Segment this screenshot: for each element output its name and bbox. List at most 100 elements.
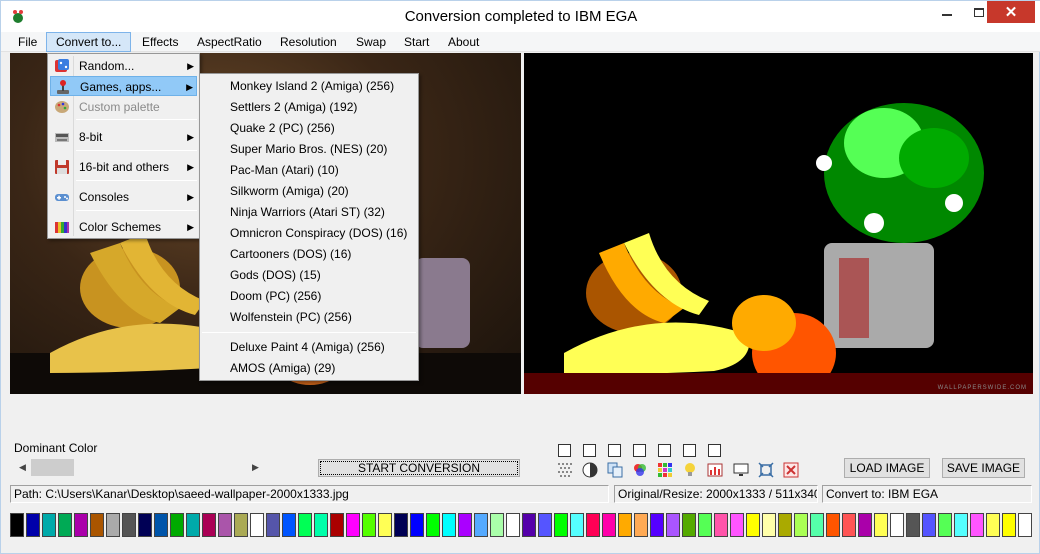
palette-swatch[interactable] [858,513,872,537]
palette-swatch[interactable] [842,513,856,537]
menu-item-random[interactable]: Random... ▶ [50,56,197,76]
palette-swatch[interactable] [458,513,472,537]
chart-icon[interactable] [707,462,723,478]
scroll-thumb[interactable] [31,459,74,476]
save-image-button[interactable]: SAVE IMAGE [942,458,1025,478]
palette-swatch[interactable] [522,513,536,537]
palette-swatch[interactable] [234,513,248,537]
palette-swatch[interactable] [346,513,360,537]
copy-icon[interactable] [607,462,623,478]
menu-swap[interactable]: Swap [354,34,388,51]
palette-swatch[interactable] [426,513,440,537]
option-checkbox[interactable] [633,444,646,457]
palette-swatch[interactable] [250,513,264,537]
submenu-item[interactable]: Gods (DOS) (15) [202,265,416,285]
option-checkbox[interactable] [708,444,721,457]
option-checkbox[interactable] [558,444,571,457]
submenu-item[interactable]: Monkey Island 2 (Amiga) (256) [202,76,416,96]
palette-swatch[interactable] [666,513,680,537]
palette-swatch[interactable] [266,513,280,537]
menu-convert-to[interactable]: Convert to... [46,32,132,52]
menu-item-games-apps[interactable]: Games, apps... ▶ [50,76,197,96]
palette-swatch[interactable] [602,513,616,537]
menu-file[interactable]: File [16,34,39,51]
palette-swatch[interactable] [762,513,776,537]
palette-swatch[interactable] [714,513,728,537]
palette-swatch[interactable] [634,513,648,537]
menu-effects[interactable]: Effects [140,34,180,51]
palette-swatch[interactable] [474,513,488,537]
submenu-item[interactable]: Doom (PC) (256) [202,286,416,306]
palette-swatch[interactable] [938,513,952,537]
palette-swatch[interactable] [890,513,904,537]
palette-swatch[interactable] [122,513,136,537]
palette-swatch[interactable] [74,513,88,537]
bulb-icon[interactable] [682,462,698,478]
palette-swatch[interactable] [410,513,424,537]
palette-swatch[interactable] [90,513,104,537]
palette-swatch[interactable] [330,513,344,537]
monitor-icon[interactable] [733,462,749,478]
palette-swatch[interactable] [954,513,968,537]
option-checkbox[interactable] [583,444,596,457]
palette-swatch[interactable] [970,513,984,537]
palette-swatch[interactable] [746,513,760,537]
palette-swatch[interactable] [922,513,936,537]
submenu-item[interactable]: Cartooners (DOS) (16) [202,244,416,264]
rgb-icon[interactable] [632,462,648,478]
palette-swatch[interactable] [218,513,232,537]
palette-swatch[interactable] [26,513,40,537]
dominant-color-scrollbar[interactable]: ◀ ▶ [14,459,264,476]
palette-swatch[interactable] [10,513,24,537]
palette-swatch[interactable] [490,513,504,537]
palette-swatch[interactable] [586,513,600,537]
menu-aspect-ratio[interactable]: AspectRatio [195,34,264,51]
submenu-item[interactable]: Settlers 2 (Amiga) (192) [202,97,416,117]
submenu-item[interactable]: AMOS (Amiga) (29) [202,358,416,378]
palette-swatch[interactable] [282,513,296,537]
palette-swatch[interactable] [986,513,1000,537]
palette-swatch[interactable] [394,513,408,537]
palette-swatch[interactable] [570,513,584,537]
palette-swatch[interactable] [826,513,840,537]
dither-icon[interactable] [557,462,573,478]
close-button[interactable]: ✕ [987,1,1035,23]
option-checkbox[interactable] [608,444,621,457]
palette-swatch[interactable] [378,513,392,537]
option-checkbox[interactable] [683,444,696,457]
submenu-item[interactable]: Ninja Warriors (Atari ST) (32) [202,202,416,222]
submenu-item[interactable]: Silkworm (Amiga) (20) [202,181,416,201]
palette-swatch[interactable] [618,513,632,537]
menu-about[interactable]: About [446,34,481,51]
scroll-left-icon[interactable]: ◀ [14,459,31,476]
palette-swatch[interactable] [554,513,568,537]
menu-item-8-bit[interactable]: 8-bit ▶ [50,127,197,147]
palette-swatch[interactable] [1018,513,1032,537]
palette-swatch[interactable] [906,513,920,537]
submenu-item[interactable]: Quake 2 (PC) (256) [202,118,416,138]
palette-swatch[interactable] [42,513,56,537]
palette-swatch[interactable] [778,513,792,537]
palette-swatch[interactable] [186,513,200,537]
palette-swatch[interactable] [794,513,808,537]
crop-icon[interactable] [758,462,774,478]
load-image-button[interactable]: LOAD IMAGE [844,458,930,478]
palette-swatch[interactable] [682,513,696,537]
palette-swatch[interactable] [442,513,456,537]
palette-swatch[interactable] [650,513,664,537]
palette-swatch[interactable] [538,513,552,537]
grid-icon[interactable] [657,462,673,478]
palette-swatch[interactable] [810,513,824,537]
palette-swatch[interactable] [202,513,216,537]
option-checkbox[interactable] [658,444,671,457]
start-conversion-button[interactable]: START CONVERSION [318,459,520,477]
scroll-right-icon[interactable]: ▶ [247,459,264,476]
submenu-item[interactable]: Omnicron Conspiracy (DOS) (16) [202,223,416,243]
contrast-icon[interactable] [582,462,598,478]
submenu-item[interactable]: Pac-Man (Atari) (10) [202,160,416,180]
submenu-item[interactable]: Super Mario Bros. (NES) (20) [202,139,416,159]
palette-swatch[interactable] [314,513,328,537]
submenu-item[interactable]: Deluxe Paint 4 (Amiga) (256) [202,337,416,357]
menu-item-16-bit[interactable]: 16-bit and others ▶ [50,157,197,177]
palette-swatch[interactable] [154,513,168,537]
